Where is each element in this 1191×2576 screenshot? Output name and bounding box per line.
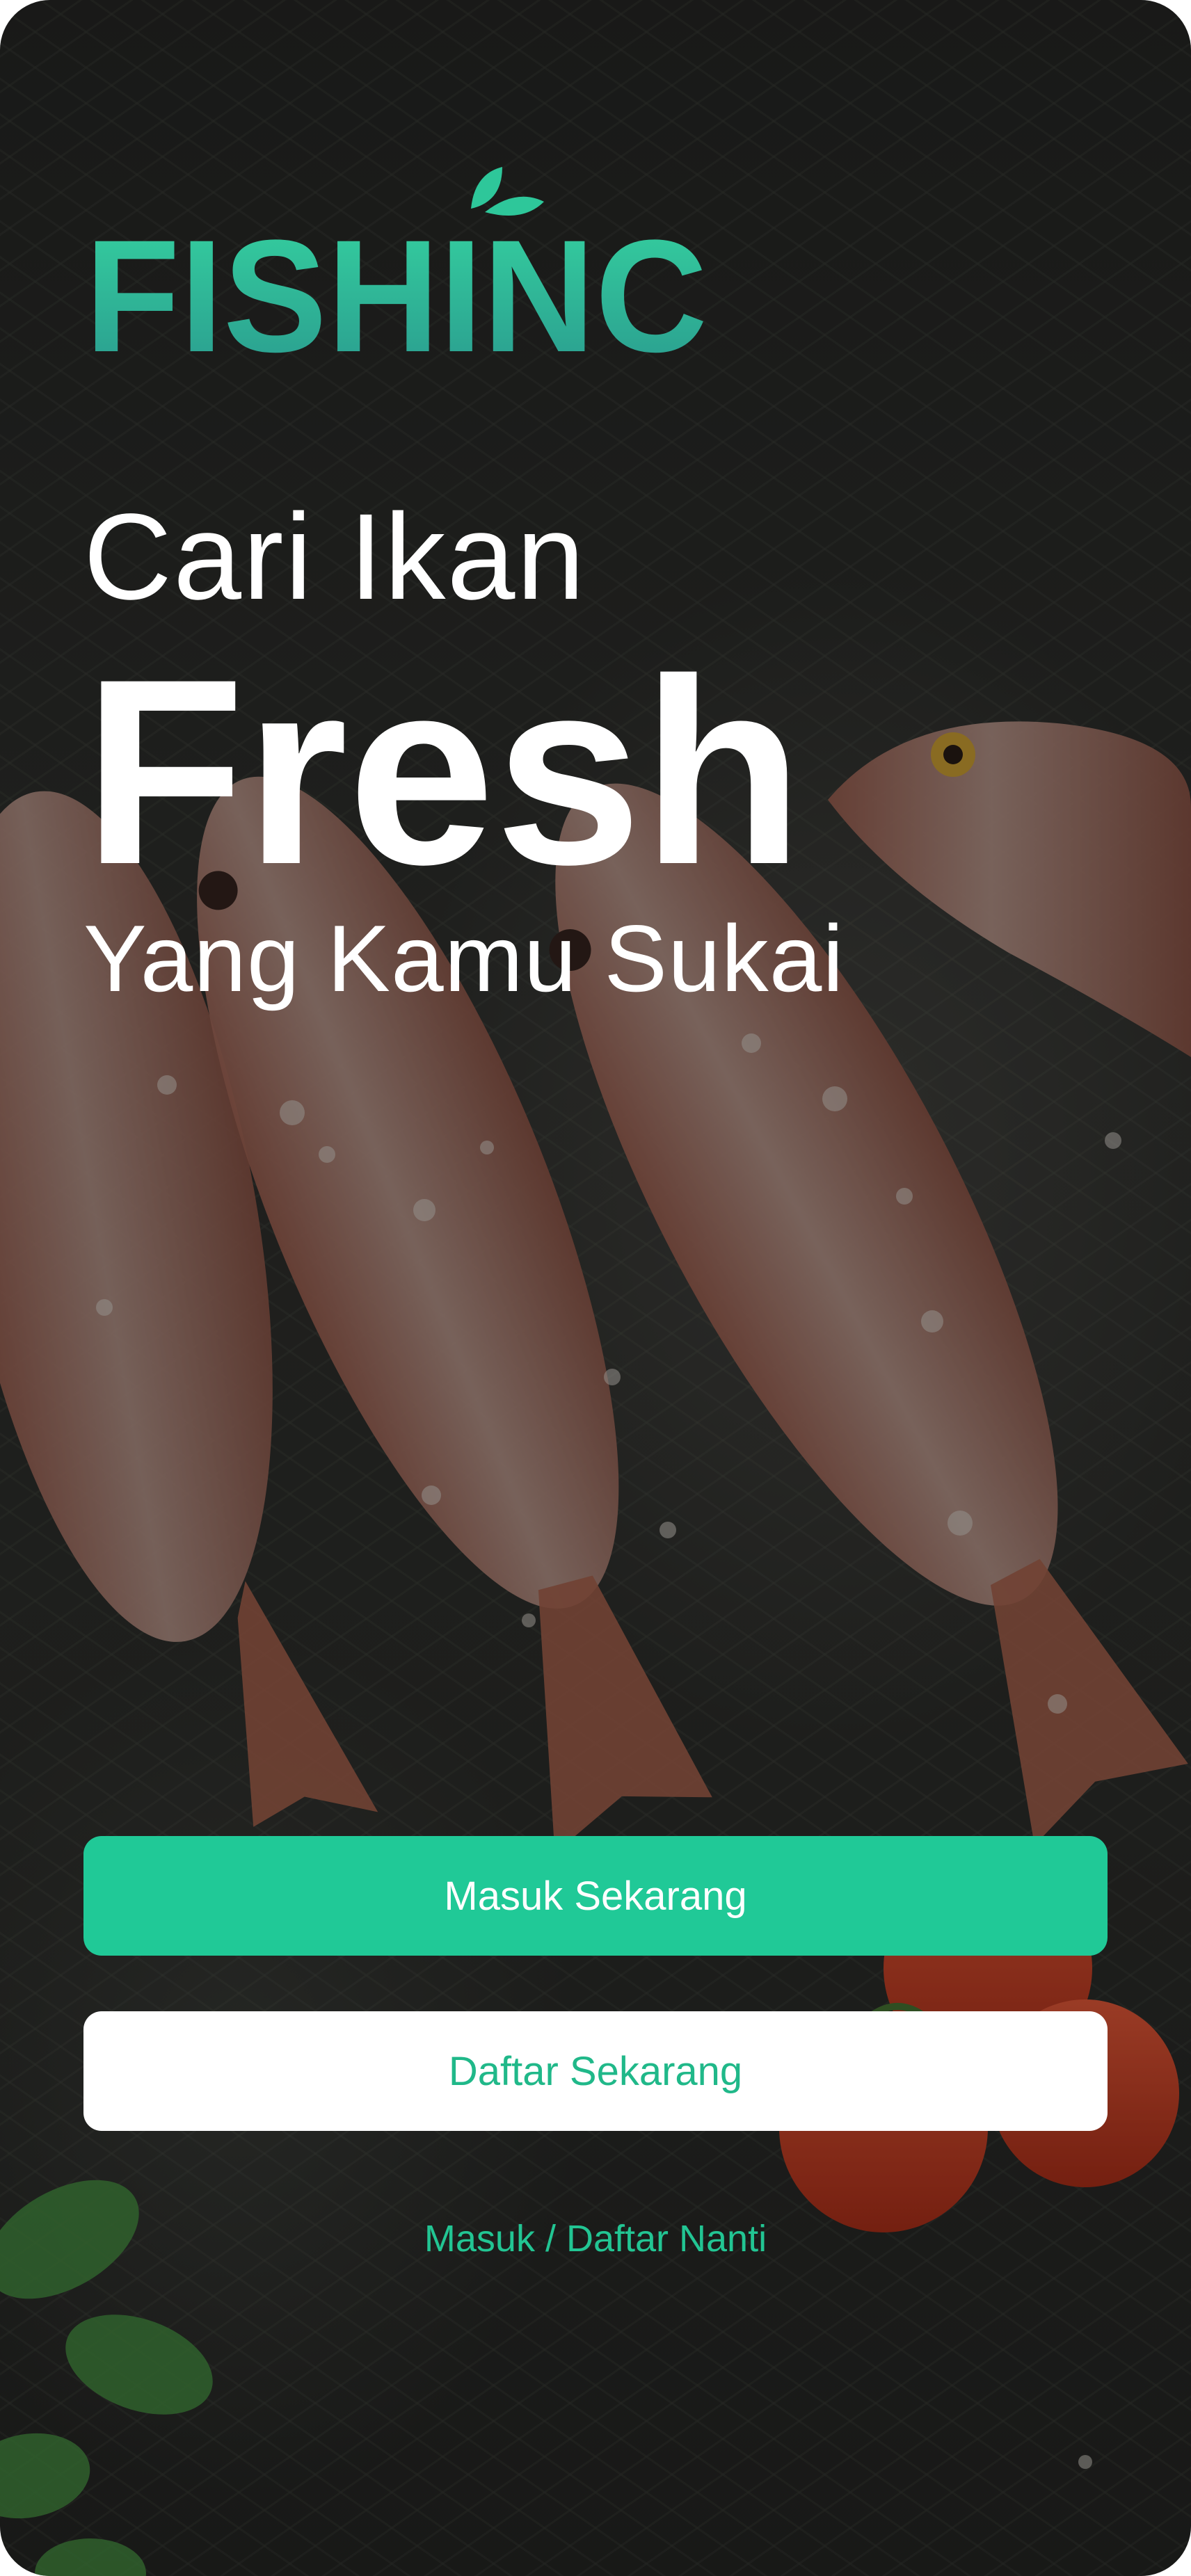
logo-text: FISHINC: [85, 207, 708, 362]
background-photo: [0, 0, 1191, 2576]
leaf-icon: [471, 167, 502, 209]
hero-line-1: Cari Ikan: [83, 489, 586, 625]
login-now-button[interactable]: Masuk Sekarang: [83, 1836, 1108, 1956]
fishinc-logo: FISHINC: [85, 153, 711, 385]
hero-line-3: Yang Kamu Sukai: [83, 905, 845, 1011]
hero-line-2: Fresh: [83, 624, 804, 919]
welcome-screen: FISHINC Cari Ikan Fresh Yang Kamu Sukai …: [0, 0, 1191, 2576]
register-now-button[interactable]: Daftar Sekarang: [83, 2011, 1108, 2131]
login-register-later-link[interactable]: Masuk / Daftar Nanti: [0, 2217, 1191, 2260]
